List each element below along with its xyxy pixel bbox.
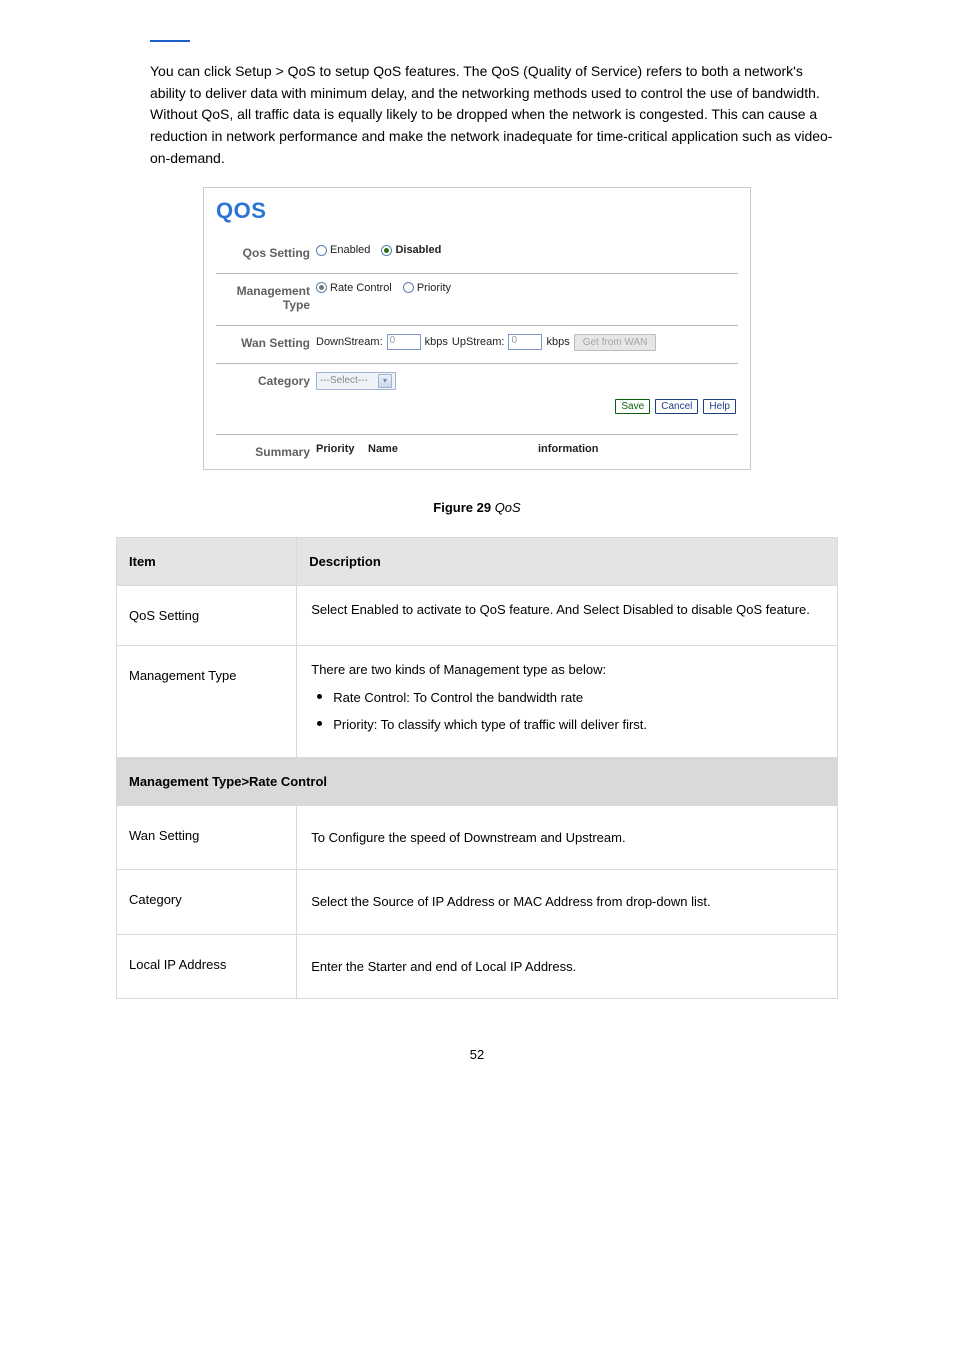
kbps-2: kbps (546, 336, 569, 348)
radio-priority[interactable]: Priority (403, 282, 451, 294)
cell-qos-setting-desc: Select Enabled to activate to QoS featur… (297, 586, 838, 646)
row-category: Category ---Select--- ▾ Save Cancel Help (216, 364, 738, 434)
qos-setting-label: Qos Setting (216, 244, 316, 260)
select-placeholder: ---Select--- (320, 375, 368, 386)
upstream-input[interactable]: 0 (508, 334, 542, 350)
table-subheader-row: Management Type>Rate Control (117, 757, 838, 805)
wan-setting-label: Wan Setting (216, 334, 316, 350)
qos-screenshot: QOS Qos Setting Enabled Disabled Managem… (203, 187, 751, 470)
downstream-label: DownStream: (316, 336, 383, 348)
page-number: 52 (116, 1047, 838, 1062)
category-label: Category (216, 372, 316, 388)
radio-enabled[interactable]: Enabled (316, 244, 370, 256)
kbps-1: kbps (425, 336, 448, 348)
get-from-wan-button[interactable]: Get from WAN (574, 334, 657, 351)
table-header-row: Item Description (117, 538, 838, 586)
table-row: Wan Setting To Configure the speed of Do… (117, 805, 838, 870)
management-type-label: Management Type (216, 282, 316, 313)
figure-caption: Figure 29 QoS (116, 500, 838, 515)
summary-col-name: Name (368, 443, 538, 455)
th-item: Item (117, 538, 297, 586)
table-row: QoS Setting Select Enabled to activate t… (117, 586, 838, 646)
bullet-priority: Priority: To classify which type of traf… (311, 715, 823, 735)
row-qos-setting: Qos Setting Enabled Disabled (216, 236, 738, 273)
th-rate-control-section: Management Type>Rate Control (117, 757, 838, 805)
summary-col-information: information (538, 443, 738, 455)
top-link-underline (150, 40, 190, 42)
table-row: Local IP Address Enter the Starter and e… (117, 934, 838, 999)
description-table: Item Description QoS Setting Select Enab… (116, 537, 838, 999)
bullet-rate-control: Rate Control: To Control the bandwidth r… (311, 688, 823, 708)
figure-wrapper: QOS Qos Setting Enabled Disabled Managem… (116, 187, 838, 470)
cell-category: Category (117, 870, 297, 935)
row-management-type: Management Type Rate Control Priority (216, 274, 738, 326)
cell-management-type-desc: There are two kinds of Management type a… (297, 646, 838, 758)
cell-category-desc: Select the Source of IP Address or MAC A… (297, 870, 838, 935)
save-button[interactable]: Save (615, 399, 650, 414)
action-button-row: Save Cancel Help (316, 400, 738, 412)
upstream-label: UpStream: (452, 336, 505, 348)
help-button[interactable]: Help (703, 399, 736, 414)
cell-local-ip-desc: Enter the Starter and end of Local IP Ad… (297, 934, 838, 999)
panel-title: QOS (216, 198, 738, 224)
summary-header-row: Priority Name information (316, 443, 738, 455)
chevron-down-icon: ▾ (378, 374, 392, 388)
cell-local-ip: Local IP Address (117, 934, 297, 999)
downstream-input[interactable]: 0 (387, 334, 421, 350)
cell-wan-setting: Wan Setting (117, 805, 297, 870)
intro-paragraph: You can click Setup > QoS to setup QoS f… (116, 61, 838, 169)
category-select[interactable]: ---Select--- ▾ (316, 372, 396, 390)
th-description: Description (297, 538, 838, 586)
table-row: Category Select the Source of IP Address… (117, 870, 838, 935)
radio-rate-control[interactable]: Rate Control (316, 282, 392, 294)
cell-wan-setting-desc: To Configure the speed of Downstream and… (297, 805, 838, 870)
cell-management-type: Management Type (117, 646, 297, 758)
cell-qos-setting: QoS Setting (117, 586, 297, 646)
row-wan-setting: Wan Setting DownStream: 0 kbps UpStream:… (216, 326, 738, 364)
table-row: Management Type There are two kinds of M… (117, 646, 838, 758)
summary-col-priority: Priority (316, 443, 368, 455)
cancel-button[interactable]: Cancel (655, 399, 698, 414)
summary-label: Summary (216, 443, 316, 459)
radio-disabled[interactable]: Disabled (381, 244, 441, 256)
row-summary: Summary Priority Name information (216, 435, 738, 461)
